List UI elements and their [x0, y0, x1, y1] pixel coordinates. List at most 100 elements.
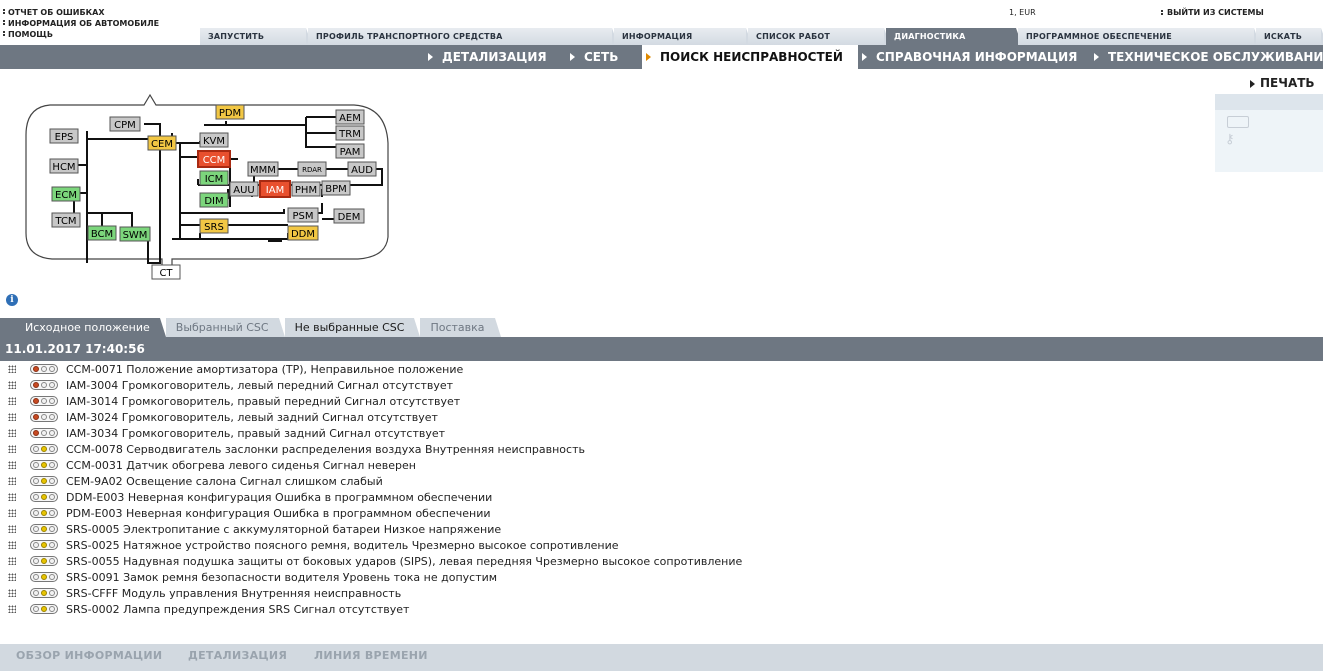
tab-work-list[interactable]: СПИСОК РАБОТ	[748, 28, 890, 45]
status-lamp-icon	[30, 380, 58, 390]
dtc-row[interactable]: IAM-3014 Громкоговоритель, правый передн…	[0, 393, 1323, 409]
dtc-row[interactable]: CCM-0071 Положение амортизатора (ТР), Не…	[0, 361, 1323, 377]
btab-details[interactable]: ДЕТАЛИЗАЦИЯ	[188, 649, 287, 662]
module-aem: AEM	[339, 113, 361, 124]
drag-handle-icon[interactable]	[8, 477, 16, 485]
status-lamp-icon	[30, 556, 58, 566]
status-lamp-icon	[30, 396, 58, 406]
drag-handle-icon[interactable]	[8, 525, 16, 533]
tab-software[interactable]: ПРОГРАММНОЕ ОБЕСПЕЧЕНИЕ	[1018, 28, 1260, 45]
dtc-row[interactable]: CCM-0078 Серводвигатель заслонки распред…	[0, 441, 1323, 457]
drag-handle-icon[interactable]	[8, 365, 16, 373]
dtc-row[interactable]: SRS-0091 Замок ремня безопасности водите…	[0, 569, 1323, 585]
status-lamp-icon	[30, 524, 58, 534]
status-lamp-icon	[30, 492, 58, 502]
dtc-row[interactable]: DDM-E003 Неверная конфигурация Ошибка в …	[0, 489, 1323, 505]
module-cem: CEM	[151, 139, 173, 150]
help-link[interactable]: ПОМОЩЬ	[2, 29, 159, 40]
rtab-unselected-csc[interactable]: Не выбранные CSC	[284, 318, 421, 337]
dtc-text: CCM-0031 Датчик обогрева левого сиденья …	[66, 458, 416, 472]
tab-diagnostics[interactable]: ДИАГНОСТИКА	[886, 28, 1022, 45]
drag-handle-icon[interactable]	[8, 509, 16, 517]
module-icm: ICM	[205, 174, 224, 185]
btab-timeline[interactable]: ЛИНИЯ ВРЕМЕНИ	[314, 649, 428, 662]
status-lamp-icon	[30, 540, 58, 550]
dtc-row[interactable]: CCM-0031 Датчик обогрева левого сиденья …	[0, 457, 1323, 473]
status-lamp-icon	[30, 572, 58, 582]
info-icon[interactable]: i	[6, 294, 18, 306]
dtc-text: SRS-0055 Надувная подушка защиты от боко…	[66, 554, 743, 568]
drag-handle-icon[interactable]	[8, 541, 16, 549]
status-lamp-icon	[30, 476, 58, 486]
drag-handle-icon[interactable]	[8, 429, 16, 437]
drag-handle-icon[interactable]	[8, 557, 16, 565]
status-lamp-icon	[30, 364, 58, 374]
tab-information[interactable]: ИНФОРМАЦИЯ	[614, 28, 752, 45]
status-lamp-icon	[30, 444, 58, 454]
vehicle-info-link[interactable]: ИНФОРМАЦИЯ ОБ АВТОМОБИЛЕ	[2, 18, 159, 29]
dtc-row[interactable]: CEM-9A02 Освещение салона Сигнал слишком…	[0, 473, 1323, 489]
rtab-selected-csc[interactable]: Выбранный CSC	[165, 318, 285, 337]
subtab-network[interactable]: СЕТЬ	[566, 45, 618, 69]
dtc-text: IAM-3034 Громкоговоритель, правый задний…	[66, 426, 446, 440]
battery-icon[interactable]	[1227, 116, 1249, 128]
dtc-row[interactable]: IAM-3024 Громкоговоритель, левый задний …	[0, 409, 1323, 425]
module-kvm: KVM	[203, 136, 225, 147]
drag-handle-icon[interactable]	[8, 573, 16, 581]
module-pam: PAM	[340, 147, 361, 158]
module-auu: AUU	[233, 185, 254, 196]
module-ddm: DDM	[291, 229, 315, 240]
dtc-row[interactable]: IAM-3004 Громкоговоритель, левый передни…	[0, 377, 1323, 393]
dtc-text: IAM-3024 Громкоговоритель, левый задний …	[66, 410, 438, 424]
tab-search[interactable]: ИСКАТЬ	[1256, 28, 1323, 45]
subtab-maintenance[interactable]: ТЕХНИЧЕСКОЕ ОБСЛУЖИВАНИЕ	[1090, 45, 1323, 69]
drag-handle-icon[interactable]	[8, 493, 16, 501]
rtab-initial-state[interactable]: Исходное положение	[0, 318, 166, 337]
print-button[interactable]: ПЕЧАТЬ	[1248, 76, 1315, 90]
side-panel: ⚷	[1215, 94, 1323, 172]
drag-handle-icon[interactable]	[8, 413, 16, 421]
dtc-text: CCM-0078 Серводвигатель заслонки распред…	[66, 442, 585, 456]
btab-info-overview[interactable]: ОБЗОР ИНФОРМАЦИИ	[16, 649, 162, 662]
timestamp-bar: 11.01.2017 17:40:56	[0, 337, 1323, 361]
drag-handle-icon[interactable]	[8, 605, 16, 613]
dtc-row[interactable]: SRS-0055 Надувная подушка защиты от боко…	[0, 553, 1323, 569]
drag-handle-icon[interactable]	[8, 461, 16, 469]
dtc-row[interactable]: IAM-3034 Громкоговоритель, правый задний…	[0, 425, 1323, 441]
module-swm: SWM	[123, 230, 148, 241]
tab-vehicle-profile[interactable]: ПРОФИЛЬ ТРАНСПОРТНОГО СРЕДСТВА	[308, 28, 618, 45]
dtc-text: CEM-9A02 Освещение салона Сигнал слишком…	[66, 474, 383, 488]
tab-start[interactable]: ЗАПУСТИТЬ	[200, 28, 312, 45]
module-srs: SRS	[204, 222, 224, 233]
module-iam: IAM	[266, 185, 284, 196]
module-phm: PHM	[295, 185, 317, 196]
status-lamp-icon	[30, 460, 58, 470]
subtab-details[interactable]: ДЕТАЛИЗАЦИЯ	[424, 45, 547, 69]
dtc-row[interactable]: SRS-0002 Лампа предупреждения SRS Сигнал…	[0, 601, 1323, 617]
dtc-text: SRS-0091 Замок ремня безопасности водите…	[66, 570, 498, 584]
drag-handle-icon[interactable]	[8, 381, 16, 389]
rtab-delivery[interactable]: Поставка	[420, 318, 501, 337]
drag-handle-icon[interactable]	[8, 445, 16, 453]
network-diagram: PDM CPM CEM KVM AEM TRM PAM EPS HCM ECM …	[25, 93, 389, 280]
sub-tab-bar: ДЕТАЛИЗАЦИЯ СЕТЬ ПОИСК НЕИСПРАВНОСТЕЙ СП…	[0, 45, 1323, 69]
module-eps: EPS	[55, 132, 74, 143]
module-mmm: MMM	[250, 165, 276, 176]
dtc-row[interactable]: SRS-0025 Натяжное устройство поясного ре…	[0, 537, 1323, 553]
dtc-row[interactable]: SRS-CFFF Модуль управления Внутренняя не…	[0, 585, 1323, 601]
dtc-row[interactable]: SRS-0005 Электропитание с аккумуляторной…	[0, 521, 1323, 537]
module-ccm: CCM	[203, 155, 226, 166]
drag-handle-icon[interactable]	[8, 397, 16, 405]
module-bpm: BPM	[325, 184, 347, 195]
error-report-link[interactable]: ОТЧЕТ ОБ ОШИБКАХ	[2, 7, 159, 18]
dtc-text: SRS-0025 Натяжное устройство поясного ре…	[66, 538, 619, 552]
subtab-fault-search[interactable]: ПОИСК НЕИСПРАВНОСТЕЙ	[642, 45, 858, 69]
dtc-text: IAM-3004 Громкоговоритель, левый передни…	[66, 378, 454, 392]
logout-link[interactable]: ВЫЙТИ ИЗ СИСТЕМЫ	[1160, 8, 1264, 17]
subtab-reference-info[interactable]: СПРАВОЧНАЯ ИНФОРМАЦИЯ	[858, 45, 1077, 69]
dtc-row[interactable]: PDM-E003 Неверная конфигурация Ошибка в …	[0, 505, 1323, 521]
key-icon[interactable]: ⚷	[1225, 132, 1235, 147]
dtc-text: DDM-E003 Неверная конфигурация Ошибка в …	[66, 490, 493, 504]
drag-handle-icon[interactable]	[8, 589, 16, 597]
bottom-tab-bar: ОБЗОР ИНФОРМАЦИИ ДЕТАЛИЗАЦИЯ ЛИНИЯ ВРЕМЕ…	[0, 644, 1323, 671]
